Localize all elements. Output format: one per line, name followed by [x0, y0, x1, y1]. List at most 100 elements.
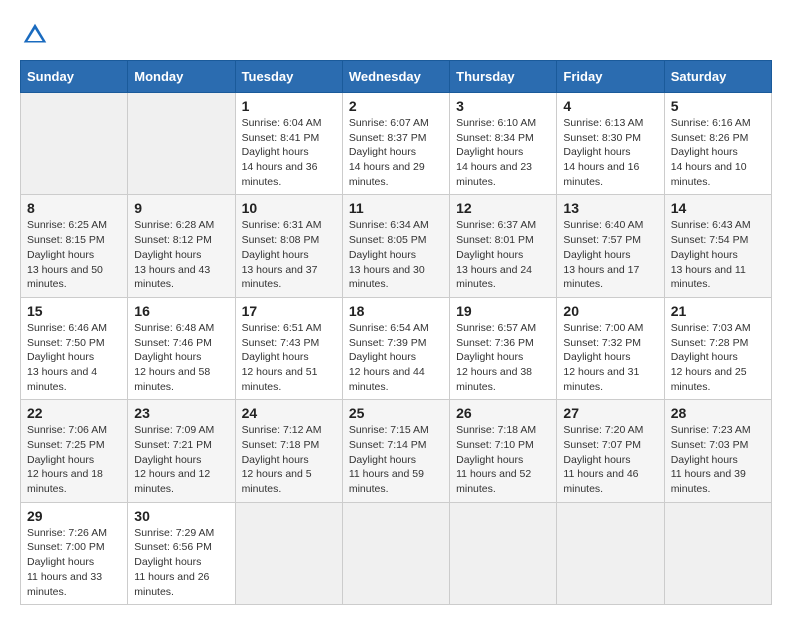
day-info: Sunrise: 6:10 AMSunset: 8:34 PMDaylight … — [456, 116, 550, 189]
day-number: 22 — [27, 405, 121, 421]
calendar-cell: 8 Sunrise: 6:25 AMSunset: 8:15 PMDaylight… — [21, 195, 128, 297]
calendar-cell: 26 Sunrise: 7:18 AMSunset: 7:10 PMDayligh… — [450, 400, 557, 502]
day-info: Sunrise: 6:57 AMSunset: 7:36 PMDaylight … — [456, 321, 550, 394]
calendar-week-4: 22 Sunrise: 7:06 AMSunset: 7:25 PMDayligh… — [21, 400, 772, 502]
day-number: 26 — [456, 405, 550, 421]
page-header — [20, 20, 772, 50]
calendar-cell: 15 Sunrise: 6:46 AMSunset: 7:50 PMDayligh… — [21, 297, 128, 399]
day-number: 27 — [563, 405, 657, 421]
weekday-header-wednesday: Wednesday — [342, 61, 449, 93]
calendar-week-1: 1Sunrise: 6:04 AMSunset: 8:41 PMDaylight… — [21, 93, 772, 195]
day-info: Sunrise: 6:54 AMSunset: 7:39 PMDaylight … — [349, 321, 443, 394]
calendar-cell: 27 Sunrise: 7:20 AMSunset: 7:07 PMDayligh… — [557, 400, 664, 502]
calendar-body: 1Sunrise: 6:04 AMSunset: 8:41 PMDaylight… — [21, 93, 772, 605]
calendar-cell: 11 Sunrise: 6:34 AMSunset: 8:05 PMDayligh… — [342, 195, 449, 297]
calendar-cell — [235, 502, 342, 604]
calendar-cell — [450, 502, 557, 604]
calendar-cell: 23 Sunrise: 7:09 AMSunset: 7:21 PMDayligh… — [128, 400, 235, 502]
day-number: 17 — [242, 303, 336, 319]
weekday-header-sunday: Sunday — [21, 61, 128, 93]
calendar-cell — [664, 502, 771, 604]
calendar-cell: 19 Sunrise: 6:57 AMSunset: 7:36 PMDayligh… — [450, 297, 557, 399]
calendar-cell: 30 Sunrise: 7:29 AMSunset: 6:56 PMDayligh… — [128, 502, 235, 604]
calendar-cell — [342, 502, 449, 604]
day-info: Sunrise: 7:06 AMSunset: 7:25 PMDaylight … — [27, 423, 121, 496]
weekday-header-monday: Monday — [128, 61, 235, 93]
day-number: 16 — [134, 303, 228, 319]
day-info: Sunrise: 6:31 AMSunset: 8:08 PMDaylight … — [242, 218, 336, 291]
logo — [20, 20, 52, 50]
day-number: 20 — [563, 303, 657, 319]
day-info: Sunrise: 6:25 AMSunset: 8:15 PMDaylight … — [27, 218, 121, 291]
weekday-header-thursday: Thursday — [450, 61, 557, 93]
calendar-cell: 16 Sunrise: 6:48 AMSunset: 7:46 PMDayligh… — [128, 297, 235, 399]
day-number: 18 — [349, 303, 443, 319]
day-number: 14 — [671, 200, 765, 216]
day-info: Sunrise: 6:43 AMSunset: 7:54 PMDaylight … — [671, 218, 765, 291]
calendar-week-2: 8 Sunrise: 6:25 AMSunset: 8:15 PMDaylight… — [21, 195, 772, 297]
day-number: 25 — [349, 405, 443, 421]
calendar-cell: 13 Sunrise: 6:40 AMSunset: 7:57 PMDayligh… — [557, 195, 664, 297]
calendar-cell: 29 Sunrise: 7:26 AMSunset: 7:00 PMDayligh… — [21, 502, 128, 604]
day-number: 30 — [134, 508, 228, 524]
calendar-cell: 24 Sunrise: 7:12 AMSunset: 7:18 PMDayligh… — [235, 400, 342, 502]
logo-icon — [20, 20, 50, 50]
calendar-cell: 5 Sunrise: 6:16 AMSunset: 8:26 PMDaylight… — [664, 93, 771, 195]
day-number: 15 — [27, 303, 121, 319]
day-info: Sunrise: 7:15 AMSunset: 7:14 PMDaylight … — [349, 423, 443, 496]
day-number: 8 — [27, 200, 121, 216]
calendar-cell: 28Sunrise: 7:23 AMSunset: 7:03 PMDayligh… — [664, 400, 771, 502]
calendar-cell: 25 Sunrise: 7:15 AMSunset: 7:14 PMDayligh… — [342, 400, 449, 502]
day-number: 13 — [563, 200, 657, 216]
day-info: Sunrise: 7:18 AMSunset: 7:10 PMDaylight … — [456, 423, 550, 496]
calendar-cell: 9 Sunrise: 6:28 AMSunset: 8:12 PMDaylight… — [128, 195, 235, 297]
calendar-cell: 14 Sunrise: 6:43 AMSunset: 7:54 PMDayligh… — [664, 195, 771, 297]
calendar-table: SundayMondayTuesdayWednesdayThursdayFrid… — [20, 60, 772, 605]
day-info: Sunrise: 6:51 AMSunset: 7:43 PMDaylight … — [242, 321, 336, 394]
day-info: Sunrise: 6:46 AMSunset: 7:50 PMDaylight … — [27, 321, 121, 394]
day-info: Sunrise: 6:34 AMSunset: 8:05 PMDaylight … — [349, 218, 443, 291]
calendar-cell: 4 Sunrise: 6:13 AMSunset: 8:30 PMDaylight… — [557, 93, 664, 195]
day-number: 1 — [242, 98, 336, 114]
calendar-cell: 21Sunrise: 7:03 AMSunset: 7:28 PMDayligh… — [664, 297, 771, 399]
day-number: 12 — [456, 200, 550, 216]
weekday-header-friday: Friday — [557, 61, 664, 93]
calendar-cell: 20 Sunrise: 7:00 AMSunset: 7:32 PMDayligh… — [557, 297, 664, 399]
day-info: Sunrise: 7:00 AMSunset: 7:32 PMDaylight … — [563, 321, 657, 394]
day-number: 23 — [134, 405, 228, 421]
day-info: Sunrise: 6:48 AMSunset: 7:46 PMDaylight … — [134, 321, 228, 394]
day-number: 29 — [27, 508, 121, 524]
day-info: Sunrise: 7:03 AMSunset: 7:28 PMDaylight … — [671, 321, 765, 394]
day-info: Sunrise: 6:28 AMSunset: 8:12 PMDaylight … — [134, 218, 228, 291]
day-number: 5 — [671, 98, 765, 114]
day-info: Sunrise: 6:40 AMSunset: 7:57 PMDaylight … — [563, 218, 657, 291]
calendar-cell: 18 Sunrise: 6:54 AMSunset: 7:39 PMDayligh… — [342, 297, 449, 399]
day-number: 3 — [456, 98, 550, 114]
day-info: Sunrise: 6:13 AMSunset: 8:30 PMDaylight … — [563, 116, 657, 189]
day-number: 4 — [563, 98, 657, 114]
day-number: 19 — [456, 303, 550, 319]
day-info: Sunrise: 7:26 AMSunset: 7:00 PMDaylight … — [27, 526, 121, 599]
calendar-cell: 22 Sunrise: 7:06 AMSunset: 7:25 PMDayligh… — [21, 400, 128, 502]
day-number: 9 — [134, 200, 228, 216]
weekday-header-row: SundayMondayTuesdayWednesdayThursdayFrid… — [21, 61, 772, 93]
calendar-cell — [21, 93, 128, 195]
day-info: Sunrise: 6:07 AMSunset: 8:37 PMDaylight … — [349, 116, 443, 189]
day-info: Sunrise: 6:37 AMSunset: 8:01 PMDaylight … — [456, 218, 550, 291]
calendar-cell: 1Sunrise: 6:04 AMSunset: 8:41 PMDaylight… — [235, 93, 342, 195]
calendar-cell: 17 Sunrise: 6:51 AMSunset: 7:43 PMDayligh… — [235, 297, 342, 399]
calendar-week-5: 29 Sunrise: 7:26 AMSunset: 7:00 PMDayligh… — [21, 502, 772, 604]
day-info: Sunrise: 7:29 AMSunset: 6:56 PMDaylight … — [134, 526, 228, 599]
calendar-week-3: 15 Sunrise: 6:46 AMSunset: 7:50 PMDayligh… — [21, 297, 772, 399]
day-info: Sunrise: 7:09 AMSunset: 7:21 PMDaylight … — [134, 423, 228, 496]
day-number: 24 — [242, 405, 336, 421]
day-info: Sunrise: 7:23 AMSunset: 7:03 PMDaylight … — [671, 423, 765, 496]
day-number: 2 — [349, 98, 443, 114]
weekday-header-tuesday: Tuesday — [235, 61, 342, 93]
day-number: 10 — [242, 200, 336, 216]
day-number: 11 — [349, 200, 443, 216]
day-info: Sunrise: 6:16 AMSunset: 8:26 PMDaylight … — [671, 116, 765, 189]
day-info: Sunrise: 7:20 AMSunset: 7:07 PMDaylight … — [563, 423, 657, 496]
calendar-cell — [128, 93, 235, 195]
day-info: Sunrise: 7:12 AMSunset: 7:18 PMDaylight … — [242, 423, 336, 496]
